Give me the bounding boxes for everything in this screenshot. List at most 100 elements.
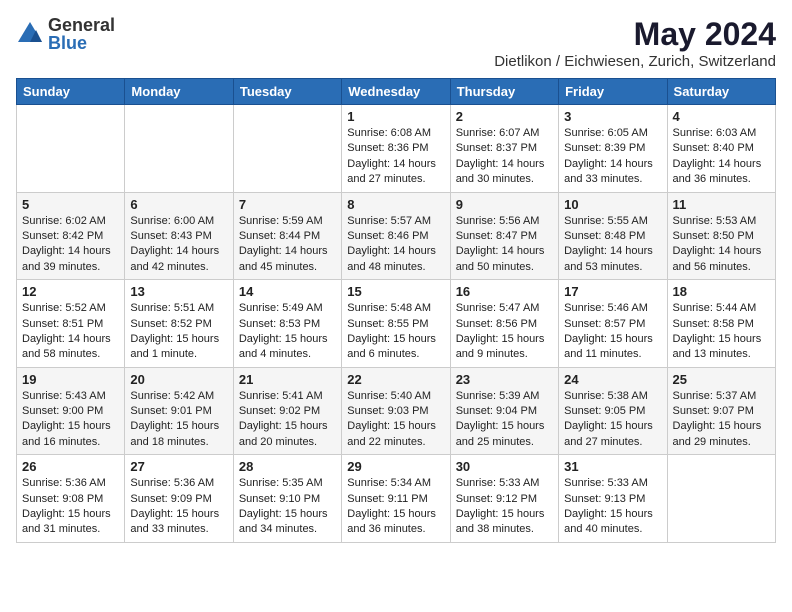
sunset-info: Sunset: 8:58 PM — [673, 317, 770, 332]
day-info: Sunrise: 6:02 AMSunset: 8:42 PMDaylight:… — [22, 214, 119, 276]
day-info: Sunrise: 5:49 AMSunset: 8:53 PMDaylight:… — [239, 301, 336, 363]
day-number: 11 — [673, 197, 770, 212]
day-number: 29 — [347, 459, 444, 474]
day-info: Sunrise: 5:38 AMSunset: 9:05 PMDaylight:… — [564, 389, 661, 451]
sunrise-info: Sunrise: 5:36 AM — [130, 476, 227, 491]
week-row-1: 1 Sunrise: 6:08 AMSunset: 8:36 PMDaylight… — [17, 105, 776, 193]
day-number: 25 — [673, 372, 770, 387]
day-cell: 22Sunrise: 5:40 AMSunset: 9:03 PMDayligh… — [342, 367, 450, 455]
day-info: Sunrise: 6:05 AMSunset: 8:39 PMDaylight:… — [564, 126, 661, 188]
day-header-thursday: Thursday — [450, 79, 558, 105]
day-cell: 25 Sunrise: 5:37 AMSunset: 9:07 PMDayligh… — [667, 367, 775, 455]
sunset-info: Sunset: 8:43 PM — [130, 229, 227, 244]
day-cell: 4Sunrise: 6:03 AMSunset: 8:40 PMDaylight… — [667, 105, 775, 193]
day-number: 23 — [456, 372, 553, 387]
week-row-2: 5Sunrise: 6:02 AMSunset: 8:42 PMDaylight… — [17, 192, 776, 280]
sunrise-info: Sunrise: 6:08 AM — [347, 126, 444, 141]
day-number: 2 — [456, 109, 553, 124]
day-info: Sunrise: 5:46 AMSunset: 8:57 PMDaylight:… — [564, 301, 661, 363]
daylight-info: Daylight: 15 hours and 6 minutes. — [347, 332, 444, 363]
day-number: 13 — [130, 284, 227, 299]
day-cell: 5Sunrise: 6:02 AMSunset: 8:42 PMDaylight… — [17, 192, 125, 280]
logo: General Blue — [16, 16, 115, 52]
logo-text: General Blue — [48, 16, 115, 52]
sunset-info: Sunset: 8:40 PM — [673, 141, 770, 156]
daylight-info: Daylight: 15 hours and 20 minutes. — [239, 419, 336, 450]
daylight-info: Daylight: 15 hours and 25 minutes. — [456, 419, 553, 450]
day-info: Sunrise: 5:44 AMSunset: 8:58 PMDaylight:… — [673, 301, 770, 363]
day-info: Sunrise: 5:57 AMSunset: 8:46 PMDaylight:… — [347, 214, 444, 276]
sunrise-info: Sunrise: 5:48 AM — [347, 301, 444, 316]
day-number: 3 — [564, 109, 661, 124]
day-number: 30 — [456, 459, 553, 474]
day-cell: 26Sunrise: 5:36 AMSunset: 9:08 PMDayligh… — [17, 455, 125, 543]
day-info: Sunrise: 5:37 AMSunset: 9:07 PMDaylight:… — [673, 389, 770, 451]
sunset-info: Sunset: 9:05 PM — [564, 404, 661, 419]
sunset-info: Sunset: 9:09 PM — [130, 492, 227, 507]
sunset-info: Sunset: 8:42 PM — [22, 229, 119, 244]
sunrise-info: Sunrise: 5:40 AM — [347, 389, 444, 404]
sunset-info: Sunset: 9:13 PM — [564, 492, 661, 507]
sunset-info: Sunset: 8:50 PM — [673, 229, 770, 244]
sunset-info: Sunset: 8:52 PM — [130, 317, 227, 332]
day-info: Sunrise: 5:47 AMSunset: 8:56 PMDaylight:… — [456, 301, 553, 363]
daylight-info: Daylight: 15 hours and 16 minutes. — [22, 419, 119, 450]
day-cell: 8Sunrise: 5:57 AMSunset: 8:46 PMDaylight… — [342, 192, 450, 280]
day-number: 14 — [239, 284, 336, 299]
sunrise-info: Sunrise: 5:53 AM — [673, 214, 770, 229]
day-number: 31 — [564, 459, 661, 474]
daylight-info: Daylight: 14 hours and 53 minutes. — [564, 244, 661, 275]
daylight-info: Daylight: 14 hours and 45 minutes. — [239, 244, 336, 275]
day-number: 28 — [239, 459, 336, 474]
sunset-info: Sunset: 8:55 PM — [347, 317, 444, 332]
day-cell: 18Sunrise: 5:44 AMSunset: 8:58 PMDayligh… — [667, 280, 775, 368]
day-info: Sunrise: 5:33 AMSunset: 9:13 PMDaylight:… — [564, 476, 661, 538]
sunset-info: Sunset: 9:04 PM — [456, 404, 553, 419]
day-info: Sunrise: 5:48 AMSunset: 8:55 PMDaylight:… — [347, 301, 444, 363]
day-cell: 3 Sunrise: 6:05 AMSunset: 8:39 PMDaylight… — [559, 105, 667, 193]
daylight-info: Daylight: 14 hours and 27 minutes. — [347, 157, 444, 188]
day-number: 9 — [456, 197, 553, 212]
day-cell: 27Sunrise: 5:36 AMSunset: 9:09 PMDayligh… — [125, 455, 233, 543]
sunrise-info: Sunrise: 5:56 AM — [456, 214, 553, 229]
logo-blue: Blue — [48, 34, 115, 52]
sunset-info: Sunset: 9:03 PM — [347, 404, 444, 419]
day-info: Sunrise: 5:59 AMSunset: 8:44 PMDaylight:… — [239, 214, 336, 276]
daylight-info: Daylight: 15 hours and 1 minute. — [130, 332, 227, 363]
day-cell: 1 Sunrise: 6:08 AMSunset: 8:36 PMDaylight… — [342, 105, 450, 193]
calendar: SundayMondayTuesdayWednesdayThursdayFrid… — [16, 78, 776, 543]
day-cell: 13Sunrise: 5:51 AMSunset: 8:52 PMDayligh… — [125, 280, 233, 368]
day-number: 12 — [22, 284, 119, 299]
day-cell: 19Sunrise: 5:43 AMSunset: 9:00 PMDayligh… — [17, 367, 125, 455]
day-info: Sunrise: 6:03 AMSunset: 8:40 PMDaylight:… — [673, 126, 770, 188]
sunset-info: Sunset: 8:36 PM — [347, 141, 444, 156]
day-info: Sunrise: 5:34 AMSunset: 9:11 PMDaylight:… — [347, 476, 444, 538]
day-header-monday: Monday — [125, 79, 233, 105]
day-info: Sunrise: 6:00 AMSunset: 8:43 PMDaylight:… — [130, 214, 227, 276]
day-info: Sunrise: 5:36 AMSunset: 9:08 PMDaylight:… — [22, 476, 119, 538]
day-header-sunday: Sunday — [17, 79, 125, 105]
sunrise-info: Sunrise: 5:59 AM — [239, 214, 336, 229]
day-number: 1 — [347, 109, 444, 124]
day-info: Sunrise: 5:55 AMSunset: 8:48 PMDaylight:… — [564, 214, 661, 276]
daylight-info: Daylight: 14 hours and 56 minutes. — [673, 244, 770, 275]
sunset-info: Sunset: 8:57 PM — [564, 317, 661, 332]
day-cell: 20Sunrise: 5:42 AMSunset: 9:01 PMDayligh… — [125, 367, 233, 455]
day-cell: 11 Sunrise: 5:53 AMSunset: 8:50 PMDayligh… — [667, 192, 775, 280]
day-cell: 17Sunrise: 5:46 AMSunset: 8:57 PMDayligh… — [559, 280, 667, 368]
day-cell: 24 Sunrise: 5:38 AMSunset: 9:05 PMDayligh… — [559, 367, 667, 455]
day-info: Sunrise: 5:41 AMSunset: 9:02 PMDaylight:… — [239, 389, 336, 451]
day-header-tuesday: Tuesday — [233, 79, 341, 105]
sunrise-info: Sunrise: 5:39 AM — [456, 389, 553, 404]
day-cell: 15Sunrise: 5:48 AMSunset: 8:55 PMDayligh… — [342, 280, 450, 368]
day-cell: 6 Sunrise: 6:00 AMSunset: 8:43 PMDaylight… — [125, 192, 233, 280]
day-number: 20 — [130, 372, 227, 387]
day-cell: 2Sunrise: 6:07 AMSunset: 8:37 PMDaylight… — [450, 105, 558, 193]
day-info: Sunrise: 5:43 AMSunset: 9:00 PMDaylight:… — [22, 389, 119, 451]
week-row-3: 12Sunrise: 5:52 AMSunset: 8:51 PMDayligh… — [17, 280, 776, 368]
day-number: 24 — [564, 372, 661, 387]
daylight-info: Daylight: 15 hours and 18 minutes. — [130, 419, 227, 450]
day-info: Sunrise: 5:33 AMSunset: 9:12 PMDaylight:… — [456, 476, 553, 538]
day-number: 6 — [130, 197, 227, 212]
daylight-info: Daylight: 14 hours and 58 minutes. — [22, 332, 119, 363]
